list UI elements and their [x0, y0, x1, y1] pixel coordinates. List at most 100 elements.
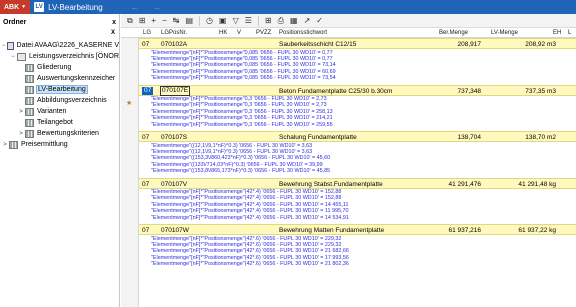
- quantity-formula[interactable]: "Elementmenge"[nF]*"Positionsmenge"0,3 '…: [151, 102, 327, 108]
- quantity-formula[interactable]: "Elementmenge"[nF]*"Positionsmenge"0,3 '…: [151, 96, 327, 102]
- tree-item[interactable]: Auswertungskennzeicher: [1, 73, 119, 84]
- quantity-formula[interactable]: "Elementmenge"[nF]*"Positionsmenge"0,085…: [151, 75, 336, 81]
- table-icon[interactable]: ▦: [290, 16, 298, 25]
- position-row[interactable]: 07 070107S Schalung Fundamentplatte 138,704…: [139, 131, 576, 142]
- position-lg: 07: [142, 227, 150, 234]
- folder-pane-header: Ordner x: [0, 14, 119, 30]
- folder-tree: − Datei AVAAG\2226_KASERNE V − Leistungsver…: [0, 40, 119, 150]
- expand-toggle-icon[interactable]: >: [17, 109, 25, 115]
- folder-icon: [25, 129, 34, 138]
- quantity-formula[interactable]: "Elementmenge"[nF]*"Positionsmenge"(42*.…: [151, 202, 348, 208]
- tree-item[interactable]: LV-Bearbeitung: [1, 84, 119, 95]
- position-row[interactable]: 07 070107V Bewehrung Stabst.Fundamentplatt…: [139, 177, 576, 189]
- quantity-formula[interactable]: "Elementmenge"((153,8\/865,173*nF)^0.3) …: [151, 168, 330, 174]
- tree-item-label: Preisermittlung: [21, 141, 68, 148]
- column-header-row: LG LGPosNr. HK V PVZZ Positionsstichwort…: [121, 28, 576, 38]
- tree-item[interactable]: − Leistungsverzeichnis [ÖNOR: [1, 51, 119, 62]
- quantity-formula[interactable]: "Elementmenge"[nF]*"Positionsmenge"0,085…: [151, 62, 336, 68]
- position-stichwort: Bewehrung Stabst.Fundamentplatte: [279, 180, 383, 188]
- check-icon[interactable]: ✓: [316, 16, 323, 25]
- tree-item[interactable]: > Preisermittlung: [1, 139, 119, 150]
- tree-item[interactable]: Abbildungsverzeichnis: [1, 95, 119, 106]
- menu-icon[interactable]: ☰: [245, 16, 252, 25]
- list-icon[interactable]: ▤: [185, 16, 193, 25]
- tree-item[interactable]: Teilangebot: [1, 117, 119, 128]
- expand-toggle-icon[interactable]: >: [1, 142, 9, 148]
- quantity-formula[interactable]: "Elementmenge"[nF]*"Positionsmenge"0,3 '…: [151, 122, 333, 128]
- position-stichwort: Beton Fundamentplatte C25/30 b.30cm: [279, 87, 393, 95]
- position-row[interactable]: 07 070102A Sauberkeitsschicht C12/15 208,91…: [139, 38, 576, 49]
- folder-icon: [25, 96, 34, 105]
- quantity-formula[interactable]: "Elementmenge"[nF]*"Positionsmenge"(42*.…: [151, 189, 341, 195]
- column-lv-menge[interactable]: LV-Menge: [491, 30, 518, 36]
- quantity-formula[interactable]: "Elementmenge"((153,3\/860,423*nF)^0.3) …: [151, 155, 330, 161]
- export-icon[interactable]: ↗: [304, 16, 311, 25]
- quantity-formula[interactable]: "Elementmenge"[nF]*"Positionsmenge"(42*.…: [151, 242, 341, 248]
- history-icon[interactable]: ◷: [206, 16, 213, 25]
- split-icon[interactable]: ↹: [173, 16, 180, 25]
- tree-item-label: Datei AVAAG\2226_KASERNE V: [16, 42, 119, 49]
- column-lgposnr[interactable]: LGPosNr.: [161, 30, 187, 36]
- column-pvzz[interactable]: PVZZ: [256, 30, 271, 36]
- position-number: 070107S: [161, 134, 188, 141]
- position-ber-menge: 61 937,216: [448, 227, 481, 234]
- layout-icon[interactable]: ▣: [219, 16, 227, 25]
- expand-toggle-icon[interactable]: −: [9, 54, 17, 60]
- position-lg: 07: [142, 41, 150, 48]
- close-icon[interactable]: X: [111, 30, 115, 40]
- column-l[interactable]: L: [568, 30, 571, 36]
- quantity-formula[interactable]: "Elementmenge"[nF]*"Positionsmenge"0,085…: [151, 56, 333, 62]
- quantity-formula[interactable]: "Elementmenge"[nF]*"Positionsmenge"0,3 '…: [151, 109, 333, 115]
- print-icon[interactable]: ⎙: [278, 16, 284, 26]
- quantity-formula[interactable]: "Elementmenge"[nF]*"Positionsmenge"0,085…: [151, 50, 333, 56]
- row-gutter: ★: [121, 38, 139, 307]
- tree-item-label: Gliederung: [37, 64, 72, 71]
- tree-item[interactable]: > Varianten: [1, 106, 119, 117]
- quantity-formula[interactable]: "Elementmenge"((133\/714,03*nF)^0.3) '06…: [151, 162, 323, 168]
- position-stichwort: Schalung Fundamentplatte: [279, 134, 357, 141]
- close-pane-button[interactable]: x: [112, 19, 116, 26]
- copy-icon[interactable]: ⧉: [127, 16, 133, 26]
- column-eh[interactable]: EH: [553, 30, 561, 36]
- tree-item-label: Auswertungskennzeicher: [37, 75, 116, 82]
- nav-arrows[interactable]: ← →: [131, 3, 167, 12]
- position-lv-menge: 208,92 m3: [525, 41, 556, 48]
- pin-icon[interactable]: ★: [126, 99, 132, 107]
- view-icon[interactable]: ⊞: [139, 16, 146, 25]
- add-icon[interactable]: +: [151, 16, 156, 25]
- quantity-formula[interactable]: "Elementmenge"[nF]*"Positionsmenge"(42*.…: [151, 195, 341, 201]
- position-stichwort: Sauberkeitsschicht C12/15: [279, 41, 357, 48]
- quantity-formula[interactable]: "Elementmenge"((12,1\/9,1*nF)^0.3) '0656…: [151, 143, 312, 149]
- tree-item[interactable]: Gliederung: [1, 62, 119, 73]
- lv-table: LG LGPosNr. HK V PVZZ Positionsstichwort…: [121, 28, 576, 307]
- remove-icon[interactable]: −: [162, 16, 167, 25]
- quantity-formula[interactable]: "Elementmenge"[nF]*"Positionsmenge"(42*.…: [151, 236, 341, 242]
- position-ber-menge: 138,704: [457, 134, 482, 141]
- quantity-formula[interactable]: "Elementmenge"[nF]*"Positionsmenge"0,085…: [151, 69, 336, 75]
- filter-icon[interactable]: ▽: [233, 16, 239, 25]
- tree-item[interactable]: > Bewertungskriterien: [1, 128, 119, 139]
- column-lg[interactable]: LG: [143, 30, 151, 36]
- app-menu-button[interactable]: ABK ▼: [0, 0, 31, 14]
- quantity-formula[interactable]: "Elementmenge"[nF]*"Positionsmenge"(42*.…: [151, 215, 349, 221]
- quantity-formula[interactable]: "Elementmenge"[nF]*"Positionsmenge"(42*.…: [151, 261, 349, 267]
- quantity-formula[interactable]: "Elementmenge"[nF]*"Positionsmenge"(42*.…: [151, 208, 348, 214]
- quantity-formula[interactable]: "Elementmenge"((12,1\/9,1*nF)^0.3) '0656…: [151, 149, 312, 155]
- grid-icon[interactable]: ⊞: [265, 16, 272, 25]
- quantity-formula[interactable]: "Elementmenge"[nF]*"Positionsmenge"(42*.…: [151, 248, 349, 254]
- expand-toggle-icon[interactable]: >: [17, 131, 25, 137]
- column-ber-menge[interactable]: Ber.Menge: [439, 30, 468, 36]
- position-row[interactable]: 07 070107W Bewehrung Matten Fundamentplatt…: [139, 224, 576, 235]
- column-hk[interactable]: HK: [219, 30, 227, 36]
- folder-icon: [25, 63, 34, 72]
- position-row[interactable]: 07 070107E Beton Fundamentplatte C25/30 b.…: [139, 84, 576, 96]
- toolbar-separator: [199, 15, 201, 26]
- position-lv-menge: 138,70 m2: [525, 134, 556, 141]
- column-v[interactable]: V: [237, 30, 241, 36]
- column-positionsstichwort[interactable]: Positionsstichwort: [279, 30, 327, 36]
- tree-item[interactable]: − Datei AVAAG\2226_KASERNE V: [1, 40, 119, 51]
- quantity-formula[interactable]: "Elementmenge"[nF]*"Positionsmenge"0,3 '…: [151, 115, 333, 121]
- position-lv-menge: 41 291,48 kg: [518, 180, 556, 188]
- quantity-formula[interactable]: "Elementmenge"[nF]*"Positionsmenge"(42*.…: [151, 255, 349, 261]
- position-stichwort: Bewehrung Matten Fundamentplatte: [279, 227, 385, 234]
